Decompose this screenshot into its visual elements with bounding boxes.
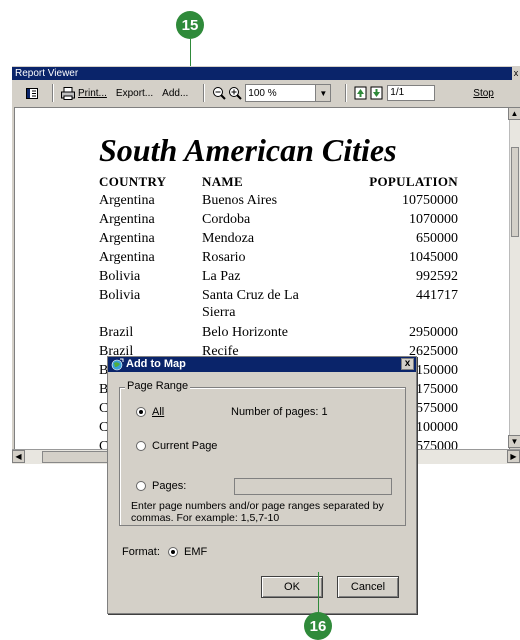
- window-title: Report Viewer: [15, 68, 79, 79]
- population-cell: 650000: [416, 231, 458, 246]
- report-header-row: COUNTRY NAME POPULATION: [99, 172, 458, 191]
- scroll-right-button[interactable]: ▶: [507, 450, 520, 463]
- report-row: Bolivia La Paz 992592: [99, 267, 458, 286]
- radio-format-emf[interactable]: EMF: [168, 546, 207, 558]
- name-cell: Belo Horizonte: [202, 325, 288, 340]
- radio-current-indicator: [136, 441, 146, 451]
- radio-all-label: All: [152, 406, 165, 418]
- name-cell: Buenos Aires: [202, 193, 278, 208]
- add-label: Add...: [162, 87, 189, 99]
- export-button[interactable]: Export...: [116, 88, 153, 99]
- toolbar-separator: [52, 84, 54, 102]
- step-callout-15: 15: [176, 11, 204, 39]
- scroll-up-button[interactable]: ▲: [508, 107, 520, 120]
- page-range-group: Page Range All Number of pages: 1 Curren…: [119, 380, 406, 526]
- radio-current-page[interactable]: Current Page: [136, 440, 217, 452]
- scroll-left-button[interactable]: ◀: [12, 450, 25, 463]
- column-header-population: POPULATION: [369, 174, 458, 189]
- window-titlebar: Report Viewer x: [12, 67, 520, 80]
- table-of-contents-icon[interactable]: [24, 85, 40, 101]
- name-cell: Santa Cruz de La Sierra: [202, 288, 299, 320]
- report-row: Argentina Cordoba 1070000: [99, 210, 458, 229]
- report-row: Argentina Mendoza 650000: [99, 229, 458, 248]
- radio-pages[interactable]: Pages:: [136, 480, 186, 492]
- dialog-close-button[interactable]: x: [401, 358, 414, 370]
- dialog-title: Add to Map: [126, 358, 186, 370]
- next-page-icon[interactable]: [369, 85, 385, 101]
- population-cell: 441717: [416, 288, 458, 303]
- population-cell: 10750000: [402, 193, 458, 208]
- horizontal-scroll-thumb[interactable]: [42, 451, 112, 463]
- country-cell: Bolivia: [99, 269, 141, 284]
- format-value: EMF: [184, 546, 208, 558]
- window-close-button[interactable]: x: [512, 67, 520, 80]
- report-row: Argentina Rosario 1045000: [99, 248, 458, 267]
- name-cell: La Paz: [202, 269, 241, 284]
- print-button[interactable]: Print...: [60, 85, 107, 101]
- population-cell: 1070000: [409, 212, 458, 227]
- page-number-field[interactable]: 1/1: [387, 85, 436, 101]
- name-cell: Mendoza: [202, 231, 255, 246]
- report-title: South American Cities: [99, 132, 397, 168]
- radio-pages-label: Pages:: [152, 480, 187, 492]
- add-button[interactable]: Add...: [162, 88, 188, 99]
- toolbar: Print... Export... Add... 100 % ▼ 1/1 St…: [12, 81, 520, 105]
- report-row: Argentina Buenos Aires 10750000: [99, 191, 458, 210]
- zoom-out-icon[interactable]: [211, 85, 227, 101]
- format-label: Format:: [122, 546, 160, 558]
- population-cell: 1045000: [409, 250, 458, 265]
- report-row: Bolivia Santa Cruz de La Sierra 441717: [99, 286, 458, 323]
- cancel-button[interactable]: Cancel: [337, 576, 399, 598]
- zoom-select[interactable]: 100 % ▼: [245, 84, 332, 102]
- report-row: Brazil Belo Horizonte 2950000: [99, 323, 458, 342]
- zoom-in-icon[interactable]: [227, 85, 243, 101]
- printer-icon: [60, 85, 76, 101]
- country-cell: Brazil: [99, 325, 134, 340]
- add-to-map-dialog: Add to Map x Page Range All Number of pa…: [107, 356, 417, 614]
- dialog-titlebar: Add to Map x: [108, 357, 416, 372]
- ok-button[interactable]: OK: [261, 576, 323, 598]
- radio-current-label: Current Page: [152, 440, 218, 452]
- pages-count-text: Number of pages: 1: [231, 406, 328, 418]
- country-cell: Argentina: [99, 193, 155, 208]
- callout-16-leader: [318, 572, 319, 613]
- name-cell: Cordoba: [202, 212, 251, 227]
- step-callout-16: 16: [304, 612, 332, 640]
- chevron-down-icon[interactable]: ▼: [315, 85, 331, 101]
- vertical-scrollbar[interactable]: ▲ ▼: [508, 107, 520, 448]
- page-range-label: Page Range: [125, 380, 191, 392]
- stop-label: Stop: [473, 87, 494, 99]
- radio-all[interactable]: All: [136, 406, 164, 418]
- radio-emf-indicator: [168, 547, 178, 557]
- country-cell: Argentina: [99, 212, 155, 227]
- name-cell: Rosario: [202, 250, 246, 265]
- toolbar-separator: [345, 84, 348, 102]
- previous-page-icon[interactable]: [353, 85, 369, 101]
- population-cell: 2950000: [409, 325, 458, 340]
- country-cell: Argentina: [99, 231, 155, 246]
- radio-pages-indicator: [136, 481, 146, 491]
- scroll-down-button[interactable]: ▼: [508, 435, 520, 448]
- country-cell: Bolivia: [99, 288, 141, 303]
- country-cell: Argentina: [99, 250, 155, 265]
- column-header-name: NAME: [202, 174, 243, 189]
- stop-button[interactable]: Stop: [473, 88, 494, 99]
- pages-input[interactable]: [234, 478, 392, 495]
- export-label: Export...: [115, 87, 154, 99]
- column-header-country: COUNTRY: [99, 174, 167, 189]
- vertical-scroll-thumb[interactable]: [511, 147, 519, 237]
- zoom-value: 100 %: [248, 87, 277, 99]
- population-cell: 992592: [416, 269, 458, 284]
- globe-icon: [111, 358, 124, 371]
- toolbar-separator: [203, 84, 206, 102]
- page-range-help-text: Enter page numbers and/or page ranges se…: [131, 500, 384, 524]
- print-label: Print...: [78, 87, 107, 99]
- radio-all-indicator: [136, 407, 146, 417]
